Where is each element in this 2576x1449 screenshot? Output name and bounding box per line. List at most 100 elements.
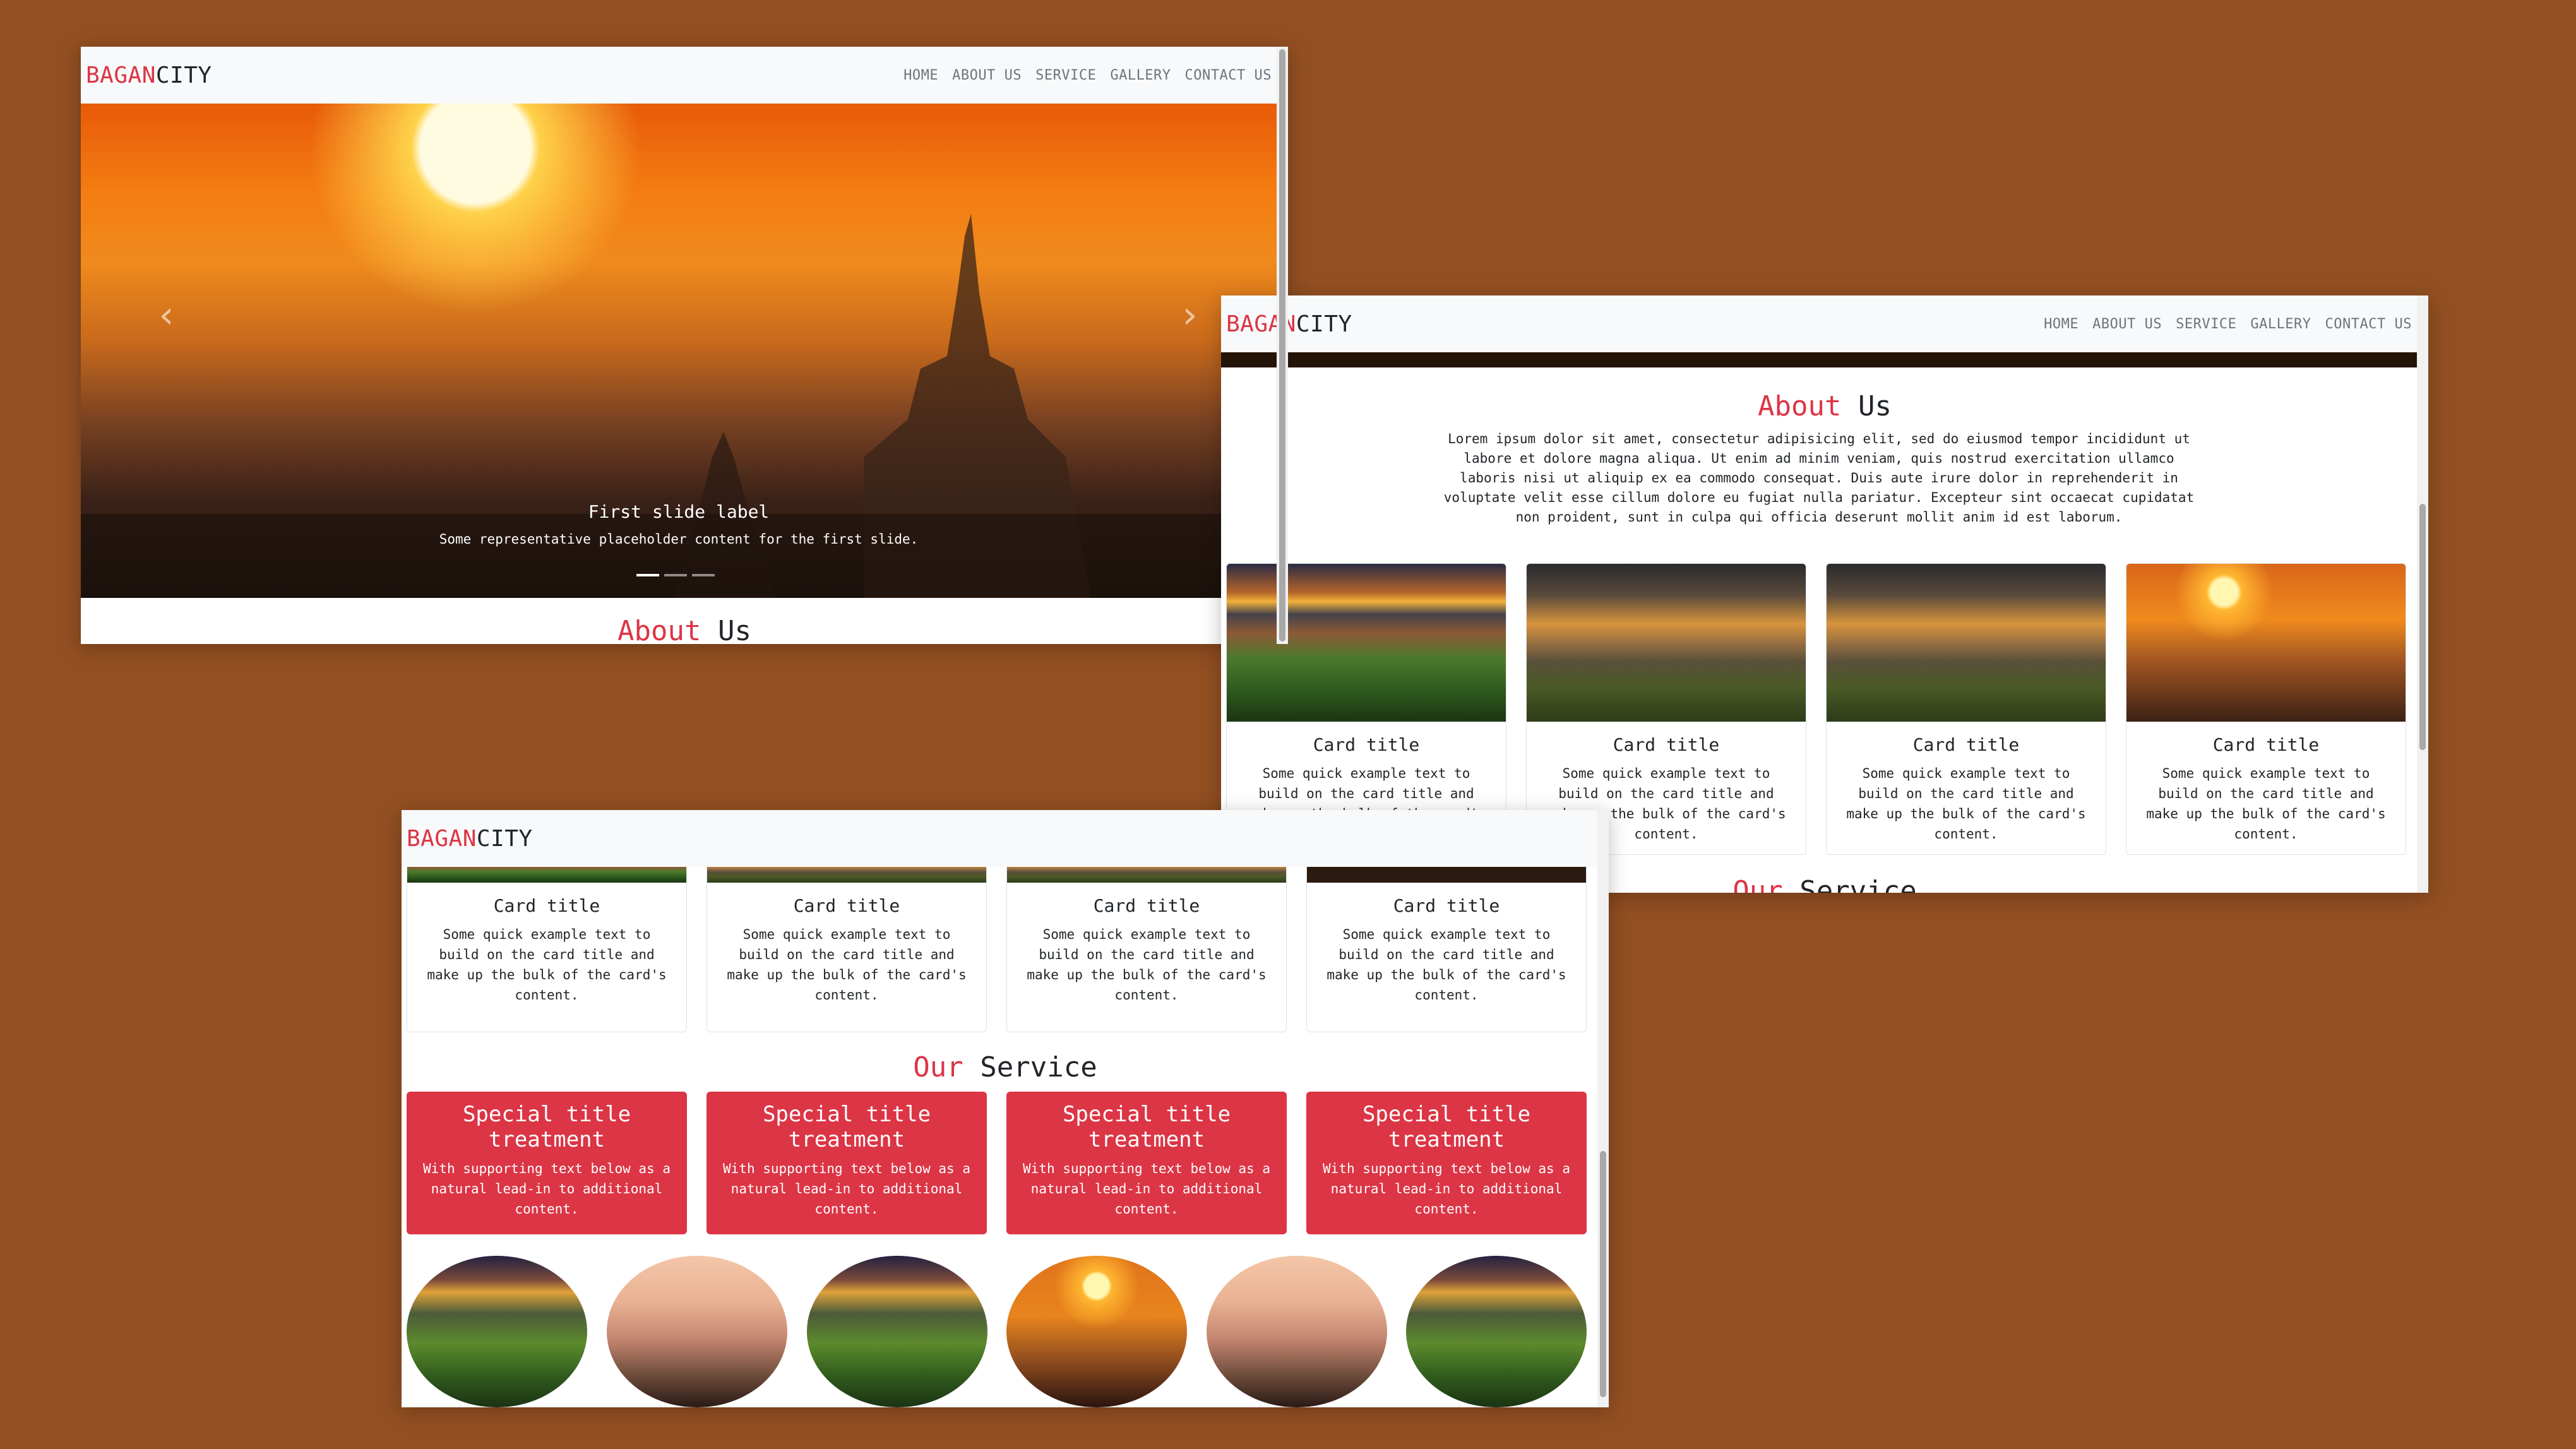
gallery-image[interactable] <box>1406 1256 1587 1407</box>
card-image <box>1227 564 1506 722</box>
card: Card title Some quick example text to bu… <box>1006 854 1287 1032</box>
card-text: Some quick example text to build on the … <box>2140 763 2392 844</box>
nav-link-gallery[interactable]: GALLERY <box>1110 68 1171 83</box>
brand-logo[interactable]: BAGANCITY <box>407 826 533 852</box>
service-text: With supporting text below as a natural l… <box>418 1159 676 1219</box>
card-text: Some quick example text to build on the … <box>421 924 672 1005</box>
carousel-indicator-2[interactable] <box>664 574 687 576</box>
nav-link-about[interactable]: ABOUT US <box>952 68 1022 83</box>
service-title-line: Special title <box>762 1102 931 1127</box>
browser-window-service: BAGANCITY Card title Some quick example … <box>402 810 1609 1407</box>
carousel-caption-text: Some representative placeholder content … <box>439 532 919 547</box>
browser-window-hero: BAGANCITY HOME ABOUT US SERVICE GALLERY … <box>81 47 1288 644</box>
service-title-line: Special title <box>1062 1102 1231 1127</box>
chevron-right-icon[interactable]: › <box>1178 293 1201 337</box>
about-heading-dark: Us <box>1841 390 1892 422</box>
scrollbar[interactable] <box>2417 295 2428 893</box>
service-text-line: natural lead-in to additional <box>431 1181 663 1196</box>
card-text-line: build on the card title and <box>739 947 955 962</box>
scrollbar[interactable] <box>1597 810 1609 1407</box>
service-text-line: content. <box>814 1202 879 1217</box>
nav-link-service[interactable]: SERVICE <box>2176 316 2236 332</box>
gallery-image[interactable] <box>407 1256 587 1407</box>
brand-logo[interactable]: BAGANCITY <box>1226 311 1352 337</box>
service-card: Special title treatment With supporting t… <box>407 1092 687 1234</box>
nav-link-contact[interactable]: CONTACT US <box>2325 316 2412 332</box>
card-text-line: Some quick example text to <box>2162 766 2370 781</box>
nav-links: HOME ABOUT US SERVICE GALLERY CONTACT US <box>903 68 1272 83</box>
service-text: With supporting text below as a natural l… <box>1318 1159 1575 1219</box>
card: Card title Some quick example text to bu… <box>707 854 987 1032</box>
card-text-line: make up the bulk of the card's <box>427 967 667 982</box>
card-text-line: build on the card title and <box>1558 786 1774 801</box>
gallery-image[interactable] <box>607 1256 787 1407</box>
nav-links: HOME ABOUT US SERVICE GALLERY CONTACT US <box>2044 316 2412 332</box>
scrollbar-thumb[interactable] <box>1600 1151 1606 1397</box>
about-line: non proident, sunt in culpa qui officia … <box>1515 510 2123 525</box>
service-heading-dark: Service <box>963 1051 1097 1083</box>
service-title: Special title treatment <box>707 1102 987 1152</box>
scrollbar-thumb[interactable] <box>2419 504 2426 750</box>
card-text-line: build on the card title and <box>1258 786 1474 801</box>
service-heading: Our Service <box>402 1051 1609 1083</box>
card-title: Card title <box>1393 895 1500 916</box>
foreground-trees <box>81 514 1277 598</box>
service-text-line: With supporting text below as a <box>1323 1161 1570 1176</box>
gallery-image[interactable] <box>807 1256 987 1407</box>
brand-part-1: BAGAN <box>407 825 477 852</box>
nav-link-contact[interactable]: CONTACT US <box>1185 68 1272 83</box>
nav-link-home[interactable]: HOME <box>2044 316 2078 332</box>
brand-part-2: CITY <box>1296 311 1352 337</box>
about-heading-red: About <box>617 615 701 644</box>
scrollbar-thumb[interactable] <box>1279 49 1285 641</box>
carousel-indicator-3[interactable] <box>692 574 715 576</box>
service-title-line: treatment <box>1388 1127 1505 1152</box>
gallery-image[interactable] <box>1207 1256 1387 1407</box>
gallery-image[interactable] <box>1006 1256 1187 1407</box>
navbar: BAGANCITY HOME ABOUT US SERVICE GALLERY … <box>1221 295 2428 352</box>
about-heading-dark: Us <box>701 615 751 644</box>
card-text-line: Some quick example text to <box>742 927 951 942</box>
service-card: Special title treatment With supporting t… <box>1306 1092 1587 1234</box>
service-title-line: treatment <box>1088 1127 1205 1152</box>
service-title: Special title treatment <box>407 1102 687 1152</box>
card-text-line: content. <box>1414 987 1479 1003</box>
card-title: Card title <box>1912 734 2020 755</box>
card-text-line: build on the card title and <box>1039 947 1255 962</box>
about-paragraph: Lorem ipsum dolor sit amet, consectetur … <box>1221 429 2417 527</box>
nav-link-service[interactable]: SERVICE <box>1035 68 1096 83</box>
service-title: Special title treatment <box>1306 1102 1587 1152</box>
carousel-caption-title: First slide label <box>588 501 770 522</box>
card-text: Some quick example text to build on the … <box>1840 763 2092 844</box>
nav-link-home[interactable]: HOME <box>903 68 938 83</box>
card: Card title Some quick example text to bu… <box>2126 563 2406 855</box>
nav-link-gallery[interactable]: GALLERY <box>2250 316 2311 332</box>
browser-window-about: BAGANCITY HOME ABOUT US SERVICE GALLERY … <box>1221 295 2428 893</box>
card-text-line: content. <box>1934 826 1998 842</box>
service-text-line: content. <box>515 1202 579 1217</box>
card-text-line: Some quick example text to <box>443 927 651 942</box>
brand-part-2: CITY <box>476 825 533 852</box>
card-text-line: content. <box>1114 987 1179 1003</box>
brand-logo[interactable]: BAGANCITY <box>86 63 212 88</box>
chevron-left-icon[interactable]: ‹ <box>155 293 178 337</box>
card: Card title Some quick example text to bu… <box>1306 854 1587 1032</box>
service-text-line: content. <box>1414 1202 1479 1217</box>
brand-part-2: CITY <box>155 62 212 88</box>
scrollbar[interactable] <box>1277 47 1288 644</box>
service-title: Special title treatment <box>1006 1102 1287 1152</box>
about-line: labore et dolore magna aliqua. Ut enim a… <box>1464 451 2174 466</box>
about-heading: About Us <box>1221 390 2428 422</box>
card-text-line: Some quick example text to <box>1042 927 1251 942</box>
service-title-line: Special title <box>1362 1102 1531 1127</box>
service-heading-red: Our <box>1732 875 1783 893</box>
service-title-line: Special title <box>462 1102 631 1127</box>
carousel-indicator-1[interactable] <box>636 574 659 576</box>
service-text-line: With supporting text below as a <box>1023 1161 1270 1176</box>
nav-link-about[interactable]: ABOUT US <box>2092 316 2162 332</box>
card-text-line: Some quick example text to <box>1562 766 1770 781</box>
card-text-line: build on the card title and <box>1858 786 2074 801</box>
hero-carousel: ‹ › First slide label Some representativ… <box>81 104 1277 598</box>
card-image <box>1527 564 1806 722</box>
about-heading: About Us <box>81 615 1288 644</box>
